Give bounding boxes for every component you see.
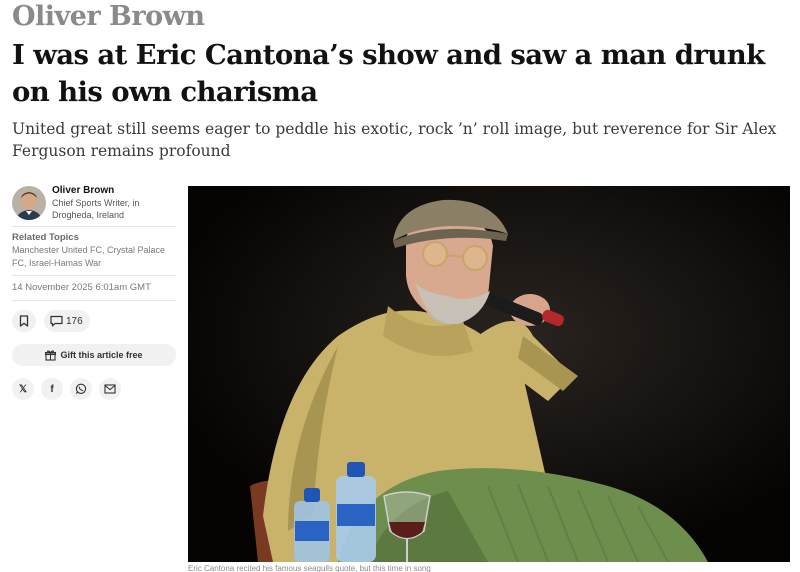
author-byline[interactable]: Oliver Brown Chief Sports Writer, in Dro…: [12, 184, 176, 221]
share-email-button[interactable]: [99, 378, 121, 400]
whatsapp-icon: [75, 383, 87, 394]
divider: [12, 226, 176, 227]
gift-article-button[interactable]: Gift this article free: [12, 344, 176, 366]
comments-button[interactable]: 176: [44, 310, 90, 332]
x-icon: 𝕏: [18, 383, 28, 395]
author-kicker[interactable]: Oliver Brown: [12, 0, 205, 34]
related-topics-links[interactable]: Manchester United FC, Crystal Palace FC,…: [12, 244, 176, 270]
comment-icon: [50, 315, 63, 327]
gift-label: Gift this article free: [60, 350, 143, 360]
author-role: Chief Sports Writer, in Drogheda, Irelan…: [52, 198, 140, 220]
share-whatsapp-button[interactable]: [70, 378, 92, 400]
article-headline: I was at Eric Cantona’s show and saw a m…: [12, 39, 765, 108]
related-topics-label: Related Topics: [12, 232, 79, 243]
author-details: Oliver Brown Chief Sports Writer, in Dro…: [52, 184, 176, 221]
email-icon: [104, 384, 116, 394]
article-sidebar: Oliver Brown Chief Sports Writer, in Dro…: [12, 184, 176, 400]
gift-icon: [45, 349, 57, 361]
published-date: 14 November 2025 6:01am GMT: [12, 282, 151, 293]
share-x-button[interactable]: 𝕏: [12, 378, 34, 400]
article-hero-image[interactable]: [188, 186, 790, 562]
share-buttons: 𝕏 f: [12, 378, 176, 400]
divider: [12, 275, 176, 276]
bookmark-icon: [19, 315, 29, 327]
comment-count: 176: [66, 315, 83, 327]
image-caption: Eric Cantona recited his famous seagulls…: [188, 564, 431, 572]
author-avatar[interactable]: [12, 186, 46, 220]
article-standfirst: United great still seems eager to peddle…: [12, 120, 777, 160]
divider: [12, 300, 176, 301]
share-facebook-button[interactable]: f: [41, 378, 63, 400]
facebook-icon: f: [50, 383, 54, 395]
bookmark-button[interactable]: [12, 310, 36, 332]
author-name[interactable]: Oliver Brown: [52, 184, 176, 197]
article-actions: 176: [12, 310, 176, 332]
